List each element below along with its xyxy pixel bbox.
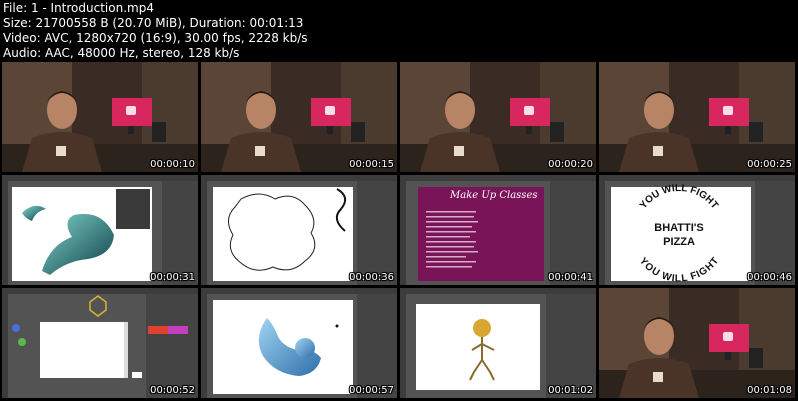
illustrator-workspace: YOU WILL FIGHT YOU WILL FIGHT BHATTI'S P… (599, 175, 795, 285)
presenter-frame (201, 62, 397, 172)
presenter-frame (2, 62, 198, 172)
timestamp-label: 00:00:31 (150, 272, 195, 283)
thumbnail-grid: 00:00:10 00:00:15 00:00:20 00:00:25 00:0… (2, 62, 797, 400)
timestamp-label: 00:00:15 (349, 159, 394, 170)
thumbnail-illustrator-poster[interactable]: Make Up Classes 00:00:41 (400, 175, 596, 285)
timestamp-label: 00:00:57 (349, 385, 394, 396)
thumbnail-presenter[interactable]: 00:00:20 (400, 62, 596, 172)
file-info: File: 1 - Introduction.mp4 Size: 2170055… (3, 1, 783, 61)
thumbnail-presenter[interactable]: 00:00:10 (2, 62, 198, 172)
presenter-frame (400, 62, 596, 172)
timestamp-label: 00:00:41 (548, 272, 593, 283)
thumbnail-presenter[interactable]: 00:00:25 (599, 62, 795, 172)
illustrator-workspace (2, 288, 198, 398)
file-size-line: Size: 21700558 B (20.70 MiB), Duration: … (3, 16, 304, 30)
thumbnail-illustrator-circular-text[interactable]: YOU WILL FIGHT YOU WILL FIGHT BHATTI'S P… (599, 175, 795, 285)
thumbnail-illustrator-stick-figure[interactable]: 00:01:02 (400, 288, 596, 398)
illustrator-workspace (201, 288, 397, 398)
timestamp-label: 00:00:46 (747, 272, 792, 283)
timestamp-label: 00:01:02 (548, 385, 593, 396)
thumbnail-presenter[interactable]: 00:01:08 (599, 288, 795, 398)
audio-info-line: Audio: AAC, 48000 Hz, stereo, 128 kb/s (3, 46, 240, 60)
thumbnail-illustrator-bird[interactable]: 00:00:31 (2, 175, 198, 285)
center-line-1: BHATTI'S (654, 222, 703, 234)
timestamp-label: 00:00:20 (548, 159, 593, 170)
timestamp-label: 00:00:25 (747, 159, 792, 170)
thumbnail-illustrator-bird-logo[interactable]: 00:00:57 (201, 288, 397, 398)
thumbnail-presenter[interactable]: 00:00:15 (201, 62, 397, 172)
video-info-line: Video: AVC, 1280x720 (16:9), 30.00 fps, … (3, 31, 308, 45)
presenter-frame (599, 288, 795, 398)
thumbnail-illustrator-blank[interactable]: 00:00:52 (2, 288, 198, 398)
illustrator-workspace (201, 175, 397, 285)
presenter-frame (599, 62, 795, 172)
poster-title: Make Up Classes (450, 190, 538, 201)
thumbnail-illustrator-wavy[interactable]: 00:00:36 (201, 175, 397, 285)
timestamp-label: 00:00:10 (150, 159, 195, 170)
timestamp-label: 00:01:08 (747, 385, 792, 396)
file-name-line: File: 1 - Introduction.mp4 (3, 1, 154, 15)
illustrator-workspace (400, 288, 596, 398)
timestamp-label: 00:00:52 (150, 385, 195, 396)
timestamp-label: 00:00:36 (349, 272, 394, 283)
illustrator-workspace (2, 175, 198, 285)
center-line-2: PIZZA (663, 236, 695, 248)
